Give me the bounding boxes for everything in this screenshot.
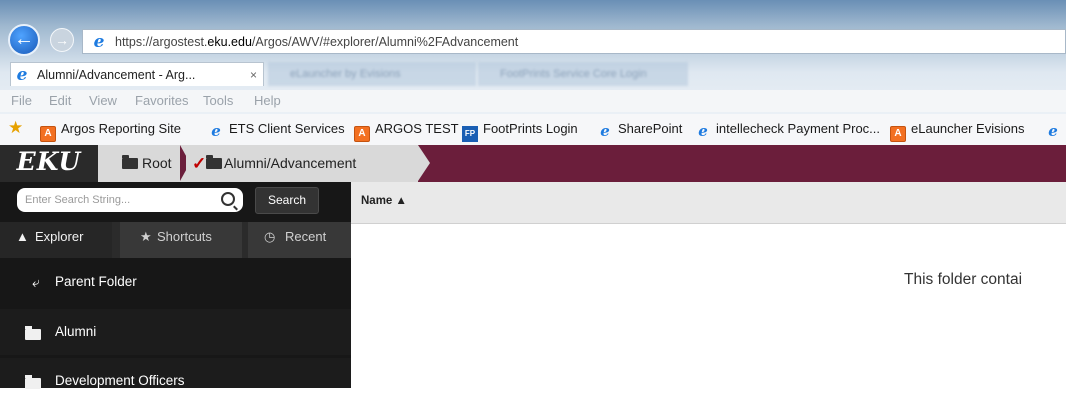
menu-file[interactable]: File [11,93,32,108]
menu-view[interactable]: View [89,93,117,108]
tab-blurred[interactable]: FootPrints Service Core Login [478,62,688,86]
tab-shortcuts[interactable]: ★ Shortcuts [120,222,242,258]
menu-edit[interactable]: Edit [49,93,71,108]
search-icon[interactable] [221,192,235,206]
footprints-icon: FP [462,126,478,142]
favorite-item[interactable]: e SharePoint [597,121,682,139]
favorite-item[interactable]: e ETS Client Services [208,121,344,140]
ie-tab-icon: e [16,64,28,85]
breadcrumb-root[interactable]: Root [98,145,186,182]
tab-explorer[interactable]: ▲ Explorer [0,222,112,258]
star-icon: ★ [140,229,152,244]
tab-recent[interactable]: ◷ Recent [248,222,351,258]
folder-icon [25,326,41,340]
favorite-item[interactable]: A Argos Reporting Site [40,121,181,142]
breadcrumb-root-label: Root [142,155,172,171]
menu-tools[interactable]: Tools [203,93,233,108]
address-bar[interactable]: e https://argostest.eku.edu/Argos/AWV/#e… [82,29,1066,54]
search-placeholder: Enter Search String... [25,194,131,206]
tab-blurred[interactable]: eLauncher by Evisions [268,62,476,86]
favorite-item[interactable]: e intellecheck Payment Proc... [695,121,880,139]
ie-icon: e [1048,122,1058,140]
menu-help[interactable]: Help [254,93,281,108]
computer-icon: ▲ [16,229,29,244]
favorites-star-icon[interactable]: ★ [8,118,23,138]
ie-page-icon: e [93,31,105,52]
search-button[interactable]: Search [255,187,319,214]
name-column-header[interactable]: Name ▲ [361,195,407,207]
navigation-bar: ← → e https://argostest.eku.edu/Argos/AW… [0,0,1066,58]
forward-button[interactable]: → [50,28,74,52]
folder-icon [122,155,138,169]
favorite-item[interactable]: A ARGOS TEST [354,121,459,142]
eku-logo: EKU [0,145,98,182]
breadcrumb-arrow [418,145,430,181]
sidebar-tabs: ▲ Explorer ★ Shortcuts ◷ Recent [0,222,351,258]
url-text: https://argostest.eku.edu/Argos/AWV/#exp… [115,35,519,49]
tab-close-icon[interactable]: × [250,63,257,86]
search-input[interactable]: Enter Search String... [17,188,243,212]
menu-favorites[interactable]: Favorites [135,93,188,108]
folder-item-alumni[interactable]: Alumni [0,309,351,355]
folder-icon [25,375,41,389]
tab-active[interactable]: e Alumni/Advancement - Arg... × [10,62,264,86]
empty-folder-message: This folder contai [904,271,1023,288]
column-header: Name ▲ [351,182,1066,224]
sidebar: Enter Search String... Search ▲ Explorer… [0,182,351,389]
favorites-bar: ★ A Argos Reporting Site e ETS Client Serv… [0,114,1066,146]
breadcrumb-current[interactable]: ✓ Alumni/Advancement [186,145,418,182]
clock-icon: ◷ [264,229,276,244]
sort-up-icon: ▲ [395,195,407,207]
check-icon: ✓ [192,154,207,173]
favorite-overflow-icon[interactable]: e [1045,121,1066,139]
favorite-item[interactable]: FP FootPrints Login [462,121,578,142]
back-arrow-icon: ⤶ [32,274,40,290]
ie-icon: e [600,122,610,140]
tab-title: Alumni/Advancement - Arg... [37,68,196,82]
browser-chrome: ← → e https://argostest.eku.edu/Argos/AW… [0,0,1066,146]
ie-icon: e [698,122,708,140]
parent-folder-item[interactable]: ⤶ Parent Folder [0,258,351,306]
argos-icon: A [354,126,370,142]
argos-icon: A [40,126,56,142]
folder-icon [206,155,222,169]
menu-bar: File Edit View Favorites Tools Help [0,90,1066,112]
argos-icon: A [890,126,906,142]
favorite-item[interactable]: AeLauncher Evisions [890,121,1024,142]
folder-item-development-officers[interactable]: Development Officers [0,358,351,389]
app-header: EKU Root ✓ Alumni/Advancement [0,145,1066,182]
tab-strip: e Alumni/Advancement - Arg... × eLaunche… [0,62,1066,86]
ie-icon: e [211,122,221,140]
breadcrumb-current-label: Alumni/Advancement [224,155,357,171]
back-button[interactable]: ← [8,24,40,56]
